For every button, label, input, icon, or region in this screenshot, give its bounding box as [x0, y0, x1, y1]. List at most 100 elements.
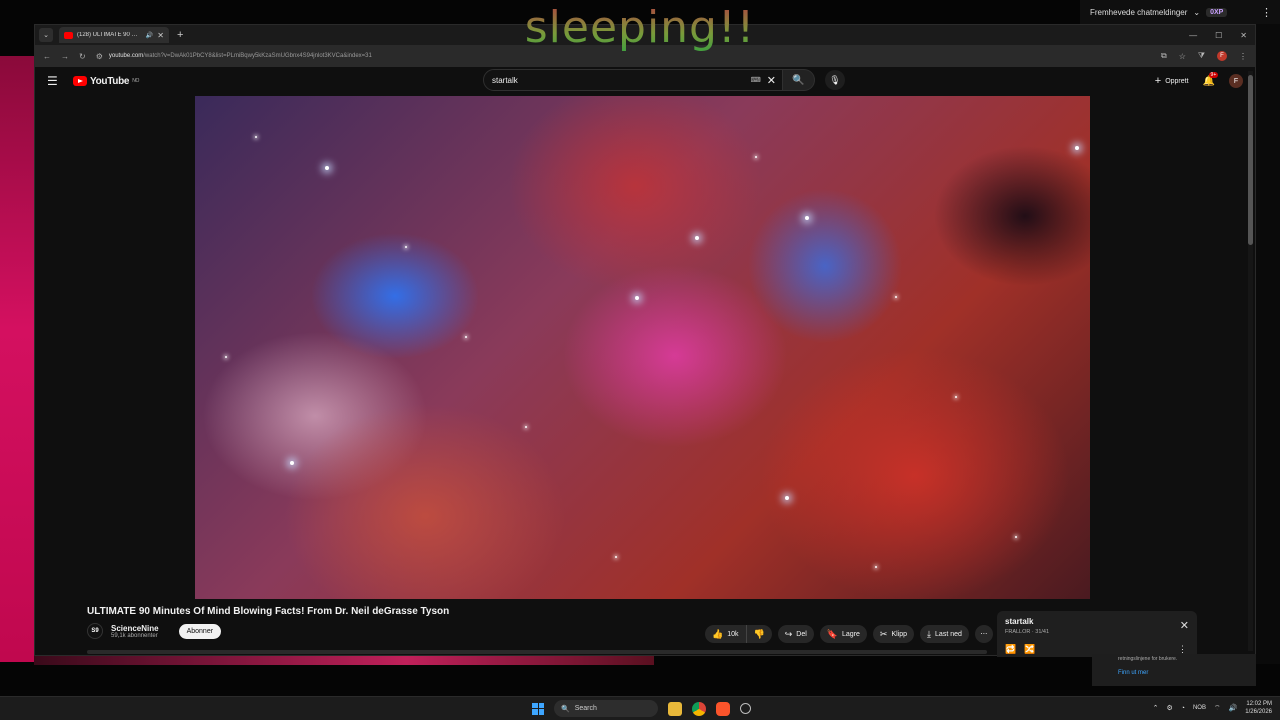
video-star [875, 566, 877, 568]
clock-date: 1/26/2026 [1245, 709, 1272, 715]
learn-more-link[interactable]: Finn ut mer [1118, 670, 1230, 676]
video-star [405, 246, 407, 248]
minimize-icon[interactable]: — [1189, 31, 1197, 40]
bookmark-star-icon[interactable]: ☆ [1179, 52, 1186, 61]
notifications-button[interactable]: 🔔 9+ [1203, 71, 1219, 87]
video-star [695, 236, 699, 240]
youtube-favicon-icon [64, 31, 73, 39]
download-button[interactable]: ⤓ Last ned [920, 625, 969, 643]
share-label: Del [796, 630, 807, 638]
search-button[interactable]: 🔍 [783, 69, 815, 91]
like-count: 10k [727, 630, 739, 638]
audio-playing-icon[interactable]: 🔊 [146, 32, 153, 39]
clip-label: Klipp [891, 630, 908, 638]
browser-profile-avatar[interactable]: F [1217, 51, 1227, 61]
youtube-region: NO [132, 78, 140, 84]
close-playlist-icon[interactable]: ✕ [1180, 619, 1189, 632]
install-app-icon[interactable]: ⧉ [1161, 51, 1167, 61]
more-actions-button[interactable]: ⋯ [974, 625, 993, 643]
chrome-icon[interactable] [692, 701, 706, 716]
reload-icon[interactable]: ↻ [79, 52, 86, 61]
loop-icon[interactable]: 🔁 [1005, 644, 1016, 655]
video-player[interactable] [195, 96, 1090, 599]
close-window-icon[interactable]: ✕ [1240, 31, 1247, 40]
page-scrollbar[interactable] [1248, 71, 1253, 651]
playlist-title[interactable]: startalk [1005, 617, 1189, 626]
account-avatar[interactable]: F [1229, 74, 1243, 88]
subscribe-button[interactable]: Abonner [178, 623, 222, 639]
windows-start-icon[interactable] [532, 702, 544, 715]
channel-name[interactable]: ScienceNine [111, 624, 159, 633]
video-star [1015, 536, 1017, 538]
file-explorer-icon[interactable] [668, 701, 682, 716]
forward-icon[interactable]: → [61, 52, 69, 61]
playlist-panel: startalk FRALLOR · 31/41 ✕ 🔁 🔀 ⋮ [997, 611, 1197, 657]
system-tray: ⌃ ⚙ ◔ NOB ⌔ 🔊 12:02 PM 1/26/2026 [1153, 700, 1272, 716]
save-button[interactable]: 🔖 Lagre [819, 625, 867, 643]
shuffle-icon[interactable]: 🔀 [1024, 644, 1035, 655]
channel-row: S9 ScienceNine 59,1k abonnenter Abonner [87, 623, 222, 639]
brave-icon[interactable] [716, 701, 730, 716]
language-indicator[interactable]: NOB [1193, 705, 1206, 711]
notification-count-badge: 9+ [1208, 71, 1219, 78]
more-options-icon[interactable]: ⋮ [1261, 6, 1272, 19]
maximize-icon[interactable]: ☐ [1215, 31, 1222, 40]
search-input[interactable]: startalk ⌨ ✕ [483, 69, 783, 91]
chevron-down-icon[interactable]: ⌄ [1193, 8, 1200, 17]
site-info-icon[interactable]: ⚙ [96, 52, 103, 61]
video-star [755, 156, 757, 158]
more-horizontal-icon: ⋯ [980, 631, 988, 638]
dislike-button[interactable]: 👎 [746, 625, 772, 643]
keyboard-icon[interactable]: ⌨ [751, 76, 761, 84]
share-button[interactable]: ↪ Del [777, 625, 814, 643]
settings-icon[interactable]: ⚙ [1166, 704, 1172, 712]
share-icon: ↪ [784, 628, 793, 639]
volume-icon[interactable]: 🔊 [1229, 704, 1238, 712]
plus-icon: + [1154, 75, 1162, 87]
taskbar-search[interactable]: 🔍 Search [554, 700, 658, 717]
chevron-up-icon[interactable]: ⌃ [1153, 704, 1159, 712]
video-star [635, 296, 639, 300]
chat-label[interactable]: Fremhevede chatmeldinger [1090, 8, 1187, 17]
video-star [290, 461, 294, 465]
desktop-wallpaper-strip [34, 655, 654, 665]
clock[interactable]: 12:02 PM 1/26/2026 [1245, 700, 1272, 716]
clock-time: 12:02 PM [1246, 701, 1272, 707]
app-icon[interactable] [740, 703, 751, 714]
new-tab-button[interactable]: + [177, 29, 183, 41]
playlist-owner-position: FRALLOR · 31/41 [1005, 629, 1050, 635]
create-label: Opprett [1165, 77, 1189, 85]
close-tab-icon[interactable]: ✕ [157, 31, 164, 40]
like-button[interactable]: 👍 10k [705, 625, 747, 643]
tab-title: (128) ULTIMATE 90 Minutes Of Mind Blowin… [77, 32, 142, 38]
browser-menu-icon[interactable]: ⋮ [1239, 52, 1247, 61]
info-notice: retningslinjene for brukere. Finn ut mer [1092, 654, 1256, 686]
create-button[interactable]: + Opprett [1155, 75, 1189, 87]
video-star [785, 496, 789, 500]
menu-icon[interactable]: ☰ [47, 74, 61, 88]
scrollbar-thumb[interactable] [1248, 75, 1253, 245]
youtube-logo[interactable]: YouTube NO [73, 76, 139, 87]
clear-search-icon[interactable]: ✕ [767, 74, 776, 87]
notice-text: retningslinjene for brukere. [1118, 656, 1178, 662]
clip-button[interactable]: ✂ Klipp [872, 625, 915, 643]
network-icon[interactable]: ◔ [1181, 705, 1185, 712]
comment-area-divider [87, 650, 987, 654]
voice-search-button[interactable]: 🎙 [825, 70, 845, 90]
taskbar: 🔍 Search ⌃ ⚙ ◔ NOB ⌔ 🔊 12:02 PM 1/26/202… [0, 696, 1280, 720]
wifi-icon[interactable]: ⌔ [1214, 704, 1221, 713]
url-field[interactable]: ⚙ youtube.com/watch?v=DwAk01PbCY8&list=P… [96, 49, 1151, 63]
video-star [525, 426, 527, 428]
search-input-value: startalk [492, 75, 518, 85]
extensions-icon[interactable]: ⧩ [1198, 51, 1205, 61]
window-controls: — ☐ ✕ [1189, 31, 1247, 40]
address-bar: ← → ↻ ⚙ youtube.com/watch?v=DwAk01PbCY8&… [35, 45, 1255, 67]
thumbs-down-icon: 👎 [753, 628, 765, 639]
tab-search-button[interactable]: ⌄ [39, 28, 53, 42]
search-bar: startalk ⌨ ✕ 🔍 🎙 [483, 69, 845, 91]
tab-youtube[interactable]: (128) ULTIMATE 90 Minutes Of Mind Blowin… [59, 27, 169, 43]
save-label: Lagre [842, 630, 860, 638]
back-icon[interactable]: ← [43, 52, 51, 61]
video-star [895, 296, 897, 298]
channel-avatar[interactable]: S9 [87, 623, 103, 639]
